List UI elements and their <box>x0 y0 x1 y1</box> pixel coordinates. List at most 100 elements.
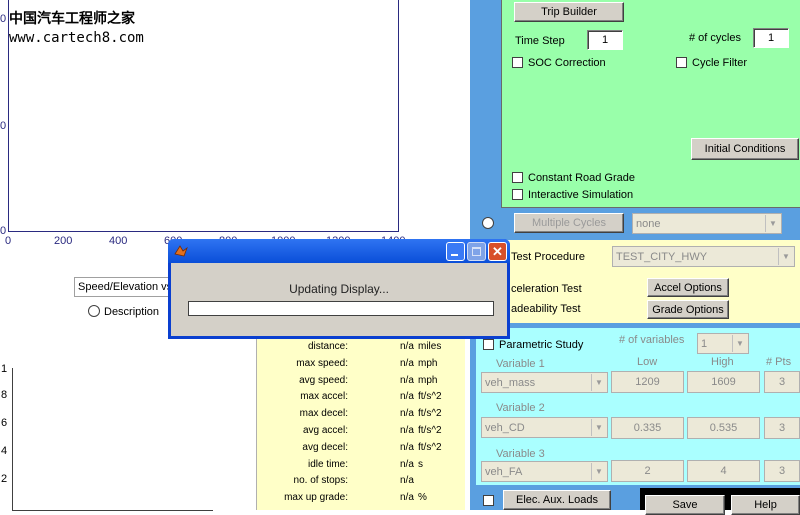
multiple-cycles-select[interactable]: none ▼ <box>632 213 782 234</box>
interactive-simulation-checkbox[interactable] <box>512 189 523 200</box>
stat-value: n/a <box>400 441 414 453</box>
watermark-title: 中国汽车工程师之家 <box>9 11 135 27</box>
parametric-study-checkbox[interactable] <box>483 339 494 350</box>
soc-correction-checkbox[interactable] <box>512 57 523 68</box>
save-button[interactable]: Save <box>645 495 725 515</box>
stat-unit: ft/s^2 <box>418 441 442 453</box>
stat-row: max up grade: n/a% <box>258 492 463 509</box>
help-label: Help <box>754 499 777 511</box>
maximize-icon <box>472 247 481 256</box>
multiple-cycles-radio[interactable] <box>482 217 494 229</box>
y-tick-label: 6 <box>1 417 8 429</box>
maximize-button[interactable] <box>467 242 486 261</box>
soc-correction-label: SOC Correction <box>528 57 606 69</box>
num-variables-value: 1 <box>701 337 708 350</box>
stat-unit: ft/s^2 <box>418 391 442 403</box>
stat-name: no. of stops: <box>293 475 348 487</box>
variable-3-low-input[interactable]: 2 <box>611 460 684 482</box>
variable-3-title: Variable 3 <box>496 448 545 460</box>
help-button[interactable]: Help <box>731 495 800 515</box>
chevron-down-icon: ▼ <box>591 374 606 391</box>
stat-unit: ft/s^2 <box>418 408 442 420</box>
bottom-plot: 1 8 6 4 2 <box>0 360 255 511</box>
matlab-logo-icon <box>174 244 188 258</box>
acceleration-test-label: celeration Test <box>511 283 582 295</box>
initial-conditions-label: Initial Conditions <box>704 143 786 155</box>
stat-name: max speed: <box>296 357 348 369</box>
variable-3-select[interactable]: veh_FA ▼ <box>481 461 608 482</box>
variable-1-select[interactable]: veh_mass ▼ <box>481 372 608 393</box>
pts-column-header: # Pts <box>766 356 792 368</box>
close-button[interactable]: ✕ <box>488 242 507 261</box>
stat-row: avg speed: n/a mph <box>258 375 463 392</box>
stat-unit: ft/s^2 <box>418 425 442 436</box>
x-tick-label: 0 <box>5 235 12 247</box>
variable-1-pts-input[interactable]: 3 <box>764 371 800 393</box>
test-procedure-select[interactable]: TEST_CITY_HWY ▼ <box>612 246 795 267</box>
stat-name: avg speed: <box>299 374 348 386</box>
test-procedure-value: TEST_CITY_HWY <box>616 250 708 263</box>
cycle-filter-checkbox[interactable] <box>676 57 687 68</box>
x-tick-label: 400 <box>109 235 128 247</box>
variable-2-pts-input[interactable]: 3 <box>764 417 800 439</box>
elec-aux-loads-checkbox[interactable] <box>483 495 494 506</box>
num-variables-label: # of variables <box>619 334 685 346</box>
multiple-cycles-button[interactable]: Multiple Cycles <box>514 213 624 233</box>
y-tick-label: 8 <box>1 389 8 401</box>
minimize-icon <box>451 254 458 256</box>
num-variables-select[interactable]: 1 ▼ <box>697 333 749 354</box>
minimize-button[interactable] <box>446 242 465 261</box>
time-step-input[interactable]: 1 <box>587 30 623 50</box>
variable-2-select[interactable]: veh_CD ▼ <box>481 417 608 438</box>
chevron-down-icon: ▼ <box>732 335 747 352</box>
stat-row: avg accel: n/a ft/s^2 <box>258 425 463 442</box>
stat-unit: mph <box>418 357 438 369</box>
grade-options-label: Grade Options <box>652 303 724 316</box>
variable-3-high-input[interactable]: 4 <box>687 460 760 482</box>
plot-type-value: Speed/Elevation vs. <box>78 281 176 293</box>
updating-dialog: ✕ Updating Display... <box>168 239 510 339</box>
stat-value: n/a <box>400 425 414 436</box>
grade-options-button[interactable]: Grade Options <box>647 300 729 319</box>
accel-options-button[interactable]: Accel Options <box>647 278 729 297</box>
stat-row: max decel: n/a ft/s^2 <box>258 408 463 425</box>
y-tick-label: 0 <box>0 120 7 132</box>
stat-value: n/a <box>400 357 414 369</box>
gradeability-test-label: adeability Test <box>511 303 581 315</box>
cycles-input[interactable]: 1 <box>753 28 789 48</box>
chevron-down-icon: ▼ <box>591 419 606 436</box>
dialog-message: Updating Display... <box>289 282 389 296</box>
bottom-plot-axes <box>12 368 213 511</box>
variable-1-high-input[interactable]: 1609 <box>687 371 760 393</box>
stat-name: avg accel: <box>302 425 348 436</box>
trip-builder-label: Trip Builder <box>541 6 597 18</box>
multiple-cycles-select-value: none <box>636 217 661 230</box>
elec-aux-loads-label: Elec. Aux. Loads <box>516 494 598 506</box>
trip-builder-button[interactable]: Trip Builder <box>514 2 624 22</box>
multiple-cycles-label: Multiple Cycles <box>532 217 606 229</box>
elec-aux-loads-button[interactable]: Elec. Aux. Loads <box>503 490 611 510</box>
stat-name: idle time: <box>307 458 348 470</box>
variable-2-high-input[interactable]: 0.535 <box>687 417 760 439</box>
close-icon: ✕ <box>492 244 503 259</box>
variable-3-pts-input[interactable]: 3 <box>764 460 800 482</box>
stat-name: distance: <box>307 341 348 352</box>
y-tick-label: 0 <box>0 13 7 25</box>
stat-value: n/a <box>400 458 414 470</box>
variable-1-low-input[interactable]: 1209 <box>611 371 684 393</box>
stat-row: no. of stops: n/a <box>258 475 463 492</box>
cycles-label: # of cycles <box>689 32 741 44</box>
description-radio[interactable] <box>88 305 100 317</box>
watermark: 中国汽车工程师之家 www.cartech8.com <box>9 8 144 46</box>
initial-conditions-button[interactable]: Initial Conditions <box>691 138 799 160</box>
chevron-down-icon: ▼ <box>778 248 793 265</box>
cycle-filter-label: Cycle Filter <box>692 57 748 69</box>
accel-options-label: Accel Options <box>654 281 722 294</box>
x-tick-label: 200 <box>54 235 73 247</box>
constant-road-grade-checkbox[interactable] <box>512 172 523 183</box>
watermark-url: www.cartech8.com <box>9 30 144 46</box>
variable-2-low-input[interactable]: 0.335 <box>611 417 684 439</box>
stat-value: n/a <box>400 374 414 386</box>
stat-row: max speed: n/a mph <box>258 358 463 375</box>
stat-value: n/a <box>400 492 414 504</box>
